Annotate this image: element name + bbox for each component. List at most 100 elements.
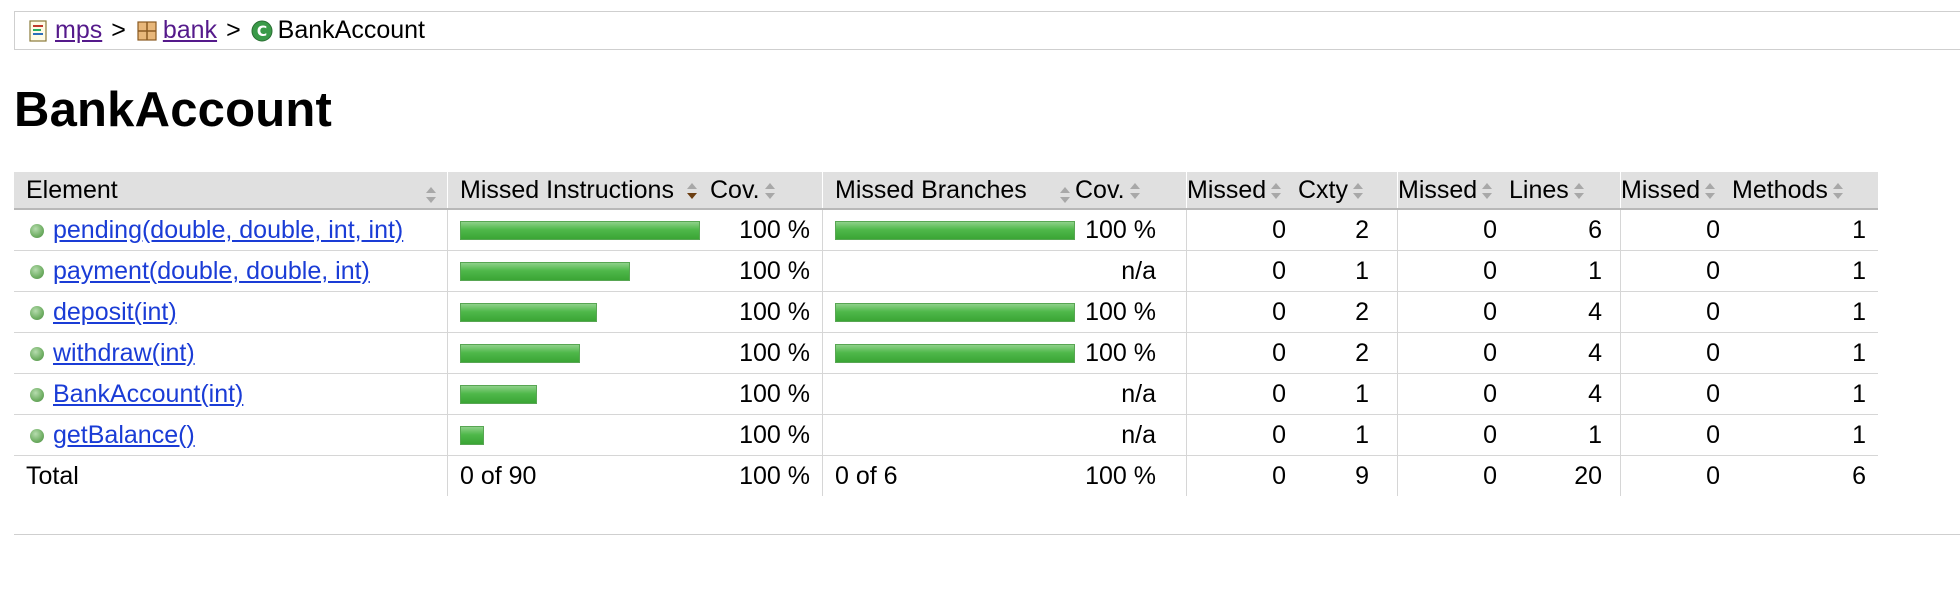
instructions-bar-cell [447,373,710,415]
sort-icon [1059,186,1071,204]
table-row: deposit(int) 100 % 100 % 0 2 0 4 0 1 [14,291,1878,333]
instructions-cov: 100 % [710,209,823,251]
missed-methods: 0 [1620,332,1732,374]
coverage-table: Element Missed Instructions Cov. Missed … [14,172,1878,496]
branches-cov: n/a [1075,250,1187,292]
instructions-coverage-bar [460,344,580,364]
footer-divider [14,534,1960,535]
missed-lines: 0 [1397,373,1509,415]
sort-icon [764,182,776,200]
method-link[interactable]: pending(double, double, int, int) [53,216,403,244]
class-icon: C [250,19,274,43]
column-header-label: Lines [1509,175,1569,204]
total-instructions-cov: 100 % [739,461,810,490]
table-row: pending(double, double, int, int) 100 % 1 0… [14,209,1878,251]
missed-lines: 0 [1397,332,1509,374]
total-label: Total [26,461,79,490]
branches-bar-cell [822,209,1075,251]
sort-icon [1704,182,1716,200]
column-header-label: Missed [1398,175,1478,204]
sort-icon [1481,182,1493,200]
lines: 1 [1509,414,1621,456]
column-header-missed-branches[interactable]: Missed Branches [822,172,1075,210]
instructions-bar-cell [447,209,710,251]
method-icon [30,223,44,238]
methods: 1 [1732,373,1878,415]
table-header-row: Element Missed Instructions Cov. Missed … [14,172,1878,210]
sort-descending-icon [685,182,699,200]
total-missed-methods: 0 [1620,455,1732,496]
element-cell: getBalance() [14,414,448,456]
column-header-label: Missed Instructions [460,175,674,204]
methods: 1 [1732,332,1878,374]
cxty: 2 [1298,209,1398,251]
breadcrumb-link-bank[interactable]: bank [163,16,217,45]
column-header-methods[interactable]: Methods [1732,172,1878,210]
missed-methods: 0 [1620,414,1732,456]
lines: 6 [1509,209,1621,251]
total-methods: 6 [1852,461,1866,490]
methods: 1 [1732,250,1878,292]
column-header-cov-branches[interactable]: Cov. [1075,172,1187,210]
total-row: Total 0 of 90 100 % 0 of 6 100 % 0 9 0 2… [14,455,1878,496]
missed-cxty: 0 [1186,250,1298,292]
missed-lines: 0 [1397,291,1509,333]
missed-lines: 0 [1397,250,1509,292]
breadcrumb-current: BankAccount [277,16,425,44]
svg-text:C: C [257,24,267,40]
column-header-element[interactable]: Element [14,172,448,210]
missed-cxty: 0 [1186,414,1298,456]
methods: 1 [1732,209,1878,251]
method-link[interactable]: BankAccount(int) [53,380,243,408]
branches-coverage-bar [835,344,1075,364]
lines: 4 [1509,332,1621,374]
missed-lines: 0 [1397,209,1509,251]
column-header-cov-instructions[interactable]: Cov. [710,172,823,210]
branches-coverage-bar [835,221,1075,241]
instructions-coverage-bar [460,221,700,241]
branches-bar-cell [822,414,1075,456]
cxty: 1 [1298,414,1398,456]
branches-bar-cell [822,250,1075,292]
column-header-lines[interactable]: Lines [1509,172,1621,210]
column-header-missed-lines[interactable]: Missed [1397,172,1509,210]
instructions-bar-cell [447,250,710,292]
cxty: 1 [1298,373,1398,415]
method-link[interactable]: getBalance() [53,421,195,449]
missed-cxty: 0 [1186,332,1298,374]
branches-cov: 100 % [1075,291,1187,333]
column-header-missed-cxty[interactable]: Missed [1186,172,1298,210]
total-missed-cxty: 0 [1186,455,1298,496]
method-link[interactable]: payment(double, double, int) [53,257,370,285]
total-branches-cov: 100 % [1085,461,1156,490]
sort-icon [1573,182,1585,200]
element-cell: BankAccount(int) [14,373,448,415]
missed-methods: 0 [1620,291,1732,333]
instructions-bar-cell [447,291,710,333]
method-link[interactable]: withdraw(int) [53,339,195,367]
breadcrumb: mps > bank > C BankAccount [14,11,1960,50]
lines: 4 [1509,291,1621,333]
instructions-coverage-bar [460,426,484,446]
method-link[interactable]: deposit(int) [53,298,177,326]
lines: 1 [1509,250,1621,292]
total-lines: 20 [1574,461,1602,490]
column-header-cxty[interactable]: Cxty [1298,172,1398,210]
column-header-label: Missed [1621,175,1701,204]
element-cell: deposit(int) [14,291,448,333]
sort-icon [425,186,437,204]
column-header-label: Cov. [710,175,760,204]
cxty: 1 [1298,250,1398,292]
cxty: 2 [1298,291,1398,333]
missed-methods: 0 [1620,373,1732,415]
methods: 1 [1732,291,1878,333]
column-header-label: Element [26,175,118,204]
total-missed-lines: 0 [1397,455,1509,496]
instructions-coverage-bar [460,385,537,405]
missed-cxty: 0 [1186,373,1298,415]
column-header-missed-instructions[interactable]: Missed Instructions [447,172,710,210]
branches-cov: n/a [1075,373,1187,415]
instructions-cov: 100 % [710,332,823,374]
breadcrumb-link-mps[interactable]: mps [55,16,102,45]
column-header-missed-methods[interactable]: Missed [1620,172,1732,210]
